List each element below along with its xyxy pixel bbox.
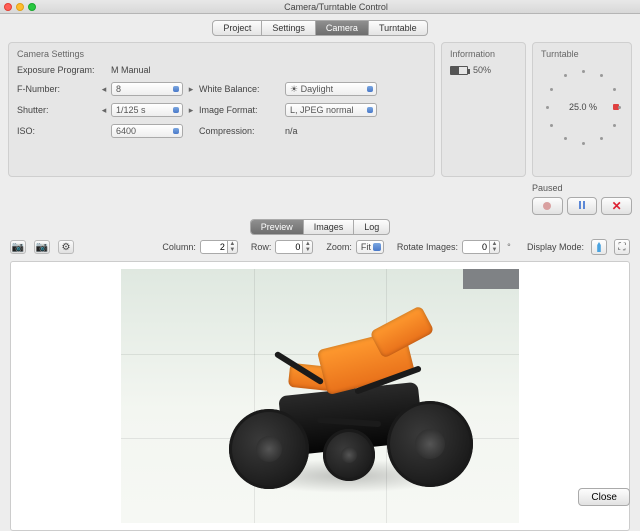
tab-camera[interactable]: Camera xyxy=(316,21,369,35)
rotate-label: Rotate Images: xyxy=(397,242,458,252)
stop-icon: ✕ xyxy=(612,199,622,213)
rotate-input[interactable] xyxy=(462,240,490,254)
chevron-right-icon[interactable]: ▸ xyxy=(186,84,196,95)
zoom-select[interactable]: Fit xyxy=(356,240,384,254)
tab-log[interactable]: Log xyxy=(354,220,389,234)
shutter-value: 1/125 s xyxy=(116,105,146,115)
turntable-percent: 25.0 % xyxy=(569,102,597,112)
battery-label: 50% xyxy=(473,65,491,75)
turntable-diagram: 25.0 % xyxy=(541,65,625,149)
image-format-label: Image Format: xyxy=(199,105,271,115)
camera-settings-panel: Camera Settings Exposure Program: M Manu… xyxy=(8,42,435,177)
turntable-dot xyxy=(618,106,621,109)
tab-settings[interactable]: Settings xyxy=(262,21,316,35)
image-format-select[interactable]: L, JPEG normal xyxy=(285,103,377,117)
pause-icon xyxy=(578,201,586,212)
tab-turntable[interactable]: Turntable xyxy=(369,21,427,35)
turntable-dot xyxy=(564,74,567,77)
turntable-dot xyxy=(550,88,553,91)
stop-button[interactable]: ✕ xyxy=(601,197,632,215)
camera-icon[interactable]: 📷 xyxy=(10,240,26,254)
shutter-label: Shutter: xyxy=(17,105,97,115)
shutter-select[interactable]: 1/125 s xyxy=(111,103,183,117)
display-mode-label: Display Mode: xyxy=(527,242,584,252)
white-balance-value: ☀ Daylight xyxy=(290,84,333,95)
column-input[interactable] xyxy=(200,240,228,254)
compression-value: n/a xyxy=(285,126,377,136)
turntable-dot xyxy=(613,88,616,91)
camera2-icon[interactable]: 📷 xyxy=(34,240,50,254)
camera-settings-title: Camera Settings xyxy=(17,49,426,59)
preview-area xyxy=(10,261,630,531)
rotate-stepper[interactable]: ▲▼ xyxy=(462,240,500,254)
iso-value: 6400 xyxy=(116,126,136,136)
turntable-dot xyxy=(564,137,567,140)
record-button[interactable] xyxy=(532,197,563,215)
turntable-dot xyxy=(613,124,616,127)
turntable-panel: Turntable 25.0 % xyxy=(532,42,632,177)
row-label: Row: xyxy=(251,242,272,252)
chevron-left-icon[interactable]: ◂ xyxy=(100,84,108,95)
zoom-icon[interactable] xyxy=(28,3,36,11)
iso-label: ISO: xyxy=(17,126,97,136)
tab-images[interactable]: Images xyxy=(304,220,355,234)
information-panel: Information 50% xyxy=(441,42,526,177)
stepper-icon[interactable]: ▲▼ xyxy=(490,240,500,254)
information-title: Information xyxy=(450,49,517,59)
turntable-dot xyxy=(546,106,549,109)
fnumber-select[interactable]: 8 xyxy=(111,82,183,96)
mid-tab-strip: PreviewImagesLog xyxy=(0,219,640,235)
compression-label: Compression: xyxy=(199,126,271,136)
turntable-dot xyxy=(550,124,553,127)
minimize-icon[interactable] xyxy=(16,3,24,11)
display-mode-expand-button[interactable] xyxy=(614,239,630,255)
iso-select[interactable]: 6400 xyxy=(111,124,183,138)
zoom-label: Zoom: xyxy=(326,242,352,252)
exposure-program-label: Exposure Program: xyxy=(17,65,97,75)
close-button[interactable]: Close xyxy=(578,488,630,506)
chevron-right-icon[interactable]: ▸ xyxy=(186,105,196,116)
chevron-left-icon[interactable]: ◂ xyxy=(100,105,108,116)
preview-image xyxy=(121,269,519,523)
rotate-unit: ° xyxy=(504,242,514,252)
turntable-dot xyxy=(582,142,585,145)
turntable-dot xyxy=(600,74,603,77)
display-mode-person-button[interactable] xyxy=(591,239,607,255)
stepper-icon[interactable]: ▲▼ xyxy=(303,240,313,254)
preview-toolbar: 📷 📷 ⚙ Column: ▲▼ Row: ▲▼ Zoom: Fit Rotat… xyxy=(0,235,640,259)
fnumber-value: 8 xyxy=(116,84,121,94)
turntable-title: Turntable xyxy=(541,49,623,59)
top-tab-strip: ProjectSettingsCameraTurntable xyxy=(0,20,640,36)
exposure-program-value: M Manual xyxy=(111,65,377,75)
image-format-value: L, JPEG normal xyxy=(290,105,354,115)
footer: Close xyxy=(578,488,630,506)
zoom-value: Fit xyxy=(361,242,371,252)
tab-project[interactable]: Project xyxy=(213,21,262,35)
color-chip xyxy=(463,269,519,289)
window-titlebar: Camera/Turntable Control xyxy=(0,0,640,14)
turntable-dot xyxy=(582,70,585,73)
tab-preview[interactable]: Preview xyxy=(251,220,304,234)
gear-icon[interactable]: ⚙ xyxy=(58,240,74,254)
stepper-icon[interactable]: ▲▼ xyxy=(228,240,238,254)
battery-icon xyxy=(450,66,468,75)
white-balance-select[interactable]: ☀ Daylight xyxy=(285,82,377,96)
white-balance-label: White Balance: xyxy=(199,84,271,94)
record-icon xyxy=(543,202,551,210)
window-title: Camera/Turntable Control xyxy=(36,2,636,12)
fnumber-label: F-Number: xyxy=(17,84,97,94)
traffic-lights xyxy=(4,3,36,11)
close-icon[interactable] xyxy=(4,3,12,11)
paused-label: Paused xyxy=(532,183,632,193)
row-stepper[interactable]: ▲▼ xyxy=(275,240,313,254)
pause-button[interactable] xyxy=(567,197,598,215)
column-stepper[interactable]: ▲▼ xyxy=(200,240,238,254)
turntable-dot xyxy=(600,137,603,140)
row-input[interactable] xyxy=(275,240,303,254)
column-label: Column: xyxy=(162,242,196,252)
